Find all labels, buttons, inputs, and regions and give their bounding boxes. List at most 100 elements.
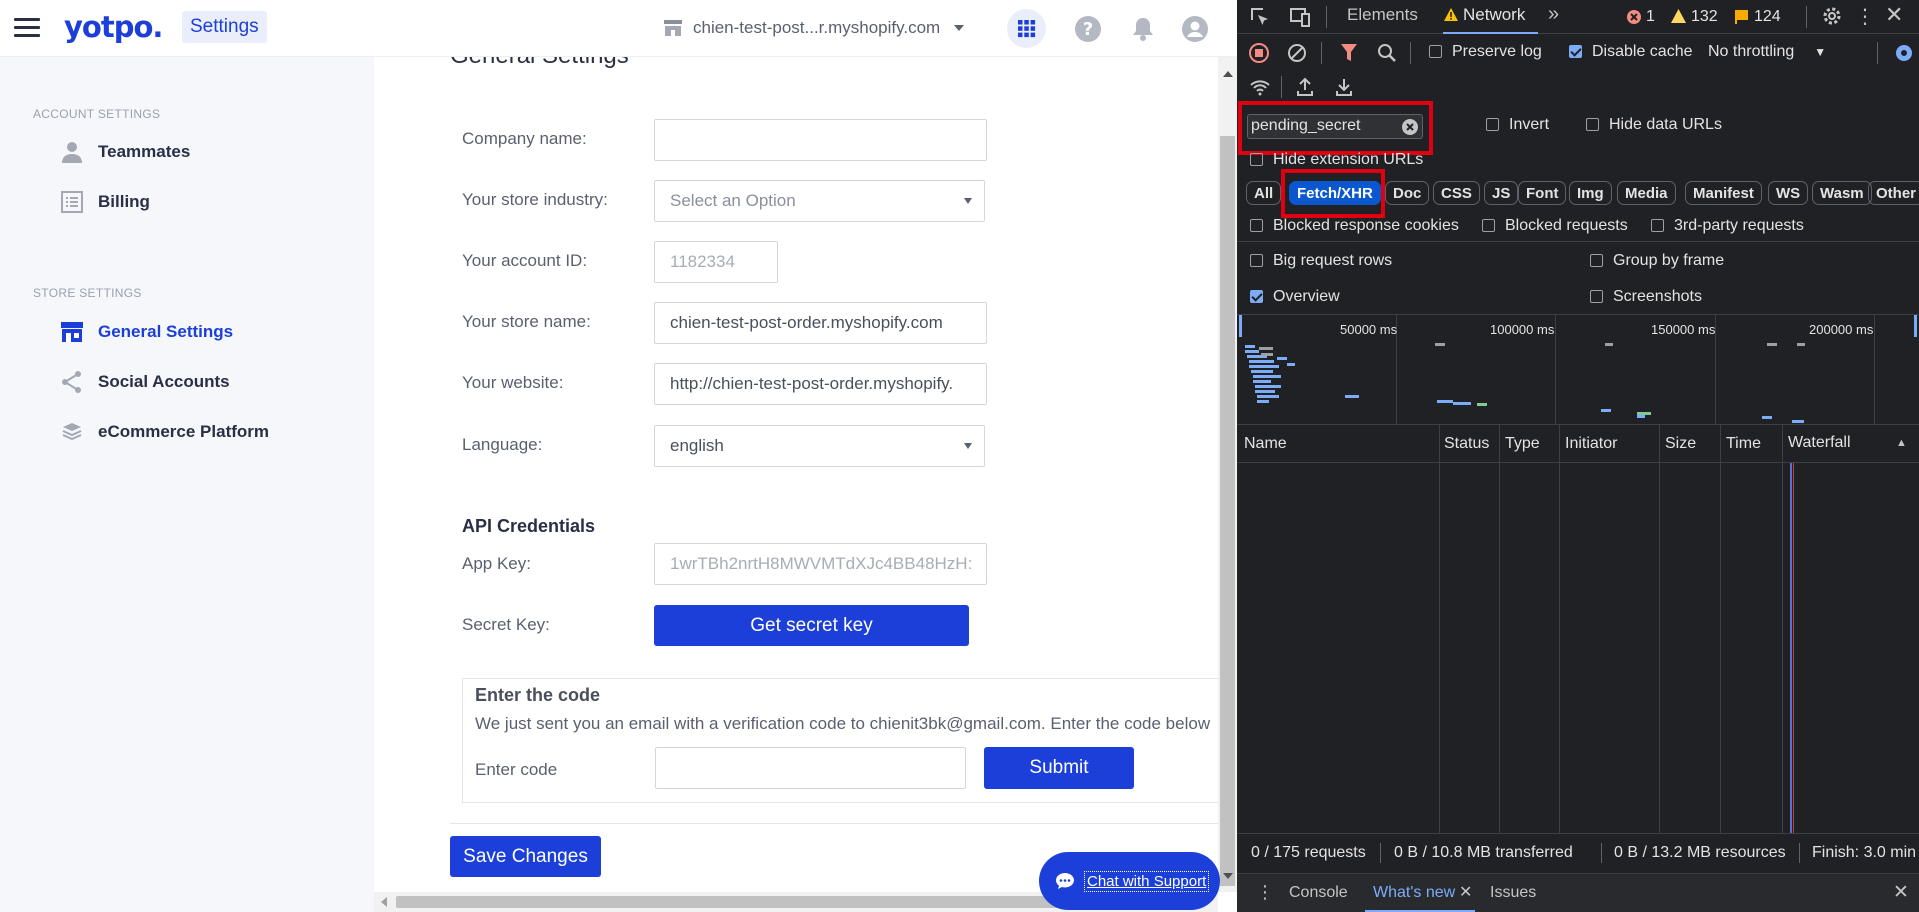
store-selector[interactable]: chien-test-post...r.myshopify.com [663, 16, 965, 40]
bell-icon[interactable] [1130, 16, 1156, 42]
hamburger-menu-icon[interactable] [14, 18, 40, 38]
preserve-log-checkbox[interactable]: Preserve log [1429, 43, 1542, 61]
scrollbar-thumb[interactable] [1220, 136, 1235, 886]
filter-wasm[interactable]: Wasm [1812, 181, 1872, 205]
filter-media[interactable]: Media [1617, 181, 1676, 205]
column-size[interactable]: Size [1665, 435, 1696, 453]
filter-other[interactable]: Other [1868, 181, 1919, 205]
filter-manifest[interactable]: Manifest [1685, 181, 1762, 205]
import-har-icon[interactable] [1296, 77, 1314, 97]
filter-css[interactable]: CSS [1433, 181, 1480, 205]
help-icon[interactable]: ? [1075, 16, 1101, 42]
drawer-tab-issues[interactable]: Issues [1490, 884, 1536, 902]
user-avatar-icon[interactable] [1182, 16, 1208, 42]
checkbox[interactable] [1590, 290, 1603, 304]
warning-count[interactable]: 132 [1691, 8, 1718, 26]
checkbox[interactable] [1250, 290, 1263, 304]
yotpo-logo[interactable]: yotpo. [64, 10, 163, 44]
group-by-frame-checkbox[interactable]: Group by frame [1590, 252, 1724, 270]
filter-icon[interactable] [1340, 43, 1358, 63]
column-initiator[interactable]: Initiator [1565, 435, 1617, 453]
throttling-select[interactable]: No throttling ▼ [1708, 43, 1826, 61]
drawer-tab-console[interactable]: Console [1289, 884, 1348, 902]
checkbox[interactable] [1429, 45, 1442, 59]
checkbox[interactable] [1651, 219, 1664, 233]
save-changes-button[interactable]: Save Changes [450, 836, 601, 877]
column-type[interactable]: Type [1505, 435, 1540, 453]
close-devtools-icon[interactable]: ✕ [1885, 2, 1903, 28]
timeline-handle-right[interactable] [1914, 315, 1917, 337]
get-secret-key-button[interactable]: Get secret key [654, 605, 969, 646]
filter-js[interactable]: JS [1484, 181, 1519, 205]
filter-ws[interactable]: WS [1768, 181, 1809, 205]
blocked-requests-checkbox[interactable]: Blocked requests [1482, 217, 1628, 235]
store-name-input[interactable]: chien-test-post-order.myshopify.com [654, 302, 987, 344]
language-select[interactable]: english [654, 425, 985, 467]
filter-all[interactable]: All [1246, 181, 1282, 205]
drawer-tab-whats-new[interactable]: What's new ✕ [1365, 874, 1475, 912]
record-stop-icon[interactable] [1249, 43, 1269, 63]
export-har-icon[interactable] [1335, 77, 1353, 97]
error-count[interactable]: 1 [1646, 8, 1655, 26]
scroll-left-icon[interactable] [381, 897, 387, 907]
hide-data-urls-checkbox[interactable]: Hide data URLs [1586, 116, 1722, 134]
sidebar-item-teammates[interactable]: Teammates [60, 137, 190, 167]
filter-doc[interactable]: Doc [1385, 181, 1430, 205]
filter-img[interactable]: Img [1569, 181, 1612, 205]
checkbox[interactable] [1590, 254, 1603, 268]
store-industry-select[interactable]: Select an Option [654, 180, 985, 222]
checkbox[interactable] [1486, 118, 1499, 132]
checkbox[interactable] [1250, 153, 1263, 167]
checkbox[interactable] [1569, 45, 1582, 59]
sidebar-item-ecommerce-platform[interactable]: eCommerce Platform [60, 417, 269, 447]
search-icon[interactable] [1377, 43, 1397, 63]
apps-grid-button[interactable] [1007, 9, 1046, 48]
sidebar-item-social-accounts[interactable]: Social Accounts [60, 367, 230, 397]
checkbox[interactable] [1250, 219, 1263, 233]
tab-network[interactable]: Network [1443, 5, 1538, 34]
invert-checkbox[interactable]: Invert [1486, 116, 1549, 134]
chat-with-support-button[interactable]: Chat with Support [1039, 852, 1220, 910]
timeline-handle-left[interactable] [1239, 315, 1242, 337]
overview-checkbox[interactable]: Overview [1250, 288, 1340, 306]
column-time[interactable]: Time [1726, 435, 1761, 453]
vertical-scrollbar[interactable] [1218, 57, 1237, 892]
more-tabs-icon[interactable]: » [1548, 3, 1559, 26]
website-input[interactable]: http://chien-test-post-order.myshopify. [654, 363, 987, 405]
network-settings-gear-icon[interactable] [1893, 42, 1915, 64]
network-conditions-icon[interactable] [1249, 78, 1271, 96]
device-toolbar-icon[interactable] [1289, 6, 1311, 28]
filter-font[interactable]: Font [1518, 181, 1567, 205]
grid-icon [1018, 20, 1036, 38]
scroll-up-icon[interactable] [1223, 71, 1233, 77]
close-drawer-icon[interactable]: ✕ [1893, 881, 1909, 904]
company-name-input[interactable] [654, 119, 987, 161]
third-party-requests-checkbox[interactable]: 3rd-party requests [1651, 217, 1804, 235]
network-overview-timeline[interactable]: 50000 ms 100000 ms 150000 ms 200000 ms [1237, 314, 1919, 425]
disable-cache-checkbox[interactable]: Disable cache [1569, 43, 1693, 61]
clear-icon[interactable] [1287, 43, 1307, 63]
issue-count[interactable]: 124 [1754, 8, 1781, 26]
tab-elements[interactable]: Elements [1347, 5, 1418, 31]
big-request-rows-checkbox[interactable]: Big request rows [1250, 252, 1392, 270]
close-tab-icon[interactable]: ✕ [1459, 882, 1472, 902]
checkbox[interactable] [1482, 219, 1495, 233]
more-options-icon[interactable]: ⋮ [1855, 4, 1875, 29]
blocked-response-cookies-checkbox[interactable]: Blocked response cookies [1250, 217, 1459, 235]
scroll-down-icon[interactable] [1223, 873, 1233, 879]
sidebar-item-general-settings[interactable]: General Settings [60, 317, 233, 347]
screenshots-checkbox[interactable]: Screenshots [1590, 288, 1702, 306]
submit-button[interactable]: Submit [984, 747, 1134, 789]
settings-gear-icon[interactable] [1821, 5, 1843, 27]
column-name[interactable]: Name [1244, 435, 1287, 453]
sort-ascending-icon[interactable]: ▲ [1896, 437, 1907, 449]
sidebar-item-billing[interactable]: Billing [60, 187, 150, 217]
checkbox[interactable] [1586, 118, 1599, 132]
checkbox[interactable] [1250, 254, 1263, 268]
inspect-element-icon[interactable] [1249, 6, 1271, 28]
hide-extension-urls-checkbox[interactable]: Hide extension URLs [1250, 151, 1423, 169]
column-status[interactable]: Status [1444, 435, 1489, 453]
column-waterfall[interactable]: Waterfall [1788, 434, 1851, 452]
drawer-menu-icon[interactable]: ⋮ [1256, 882, 1274, 903]
code-input[interactable] [655, 747, 966, 789]
